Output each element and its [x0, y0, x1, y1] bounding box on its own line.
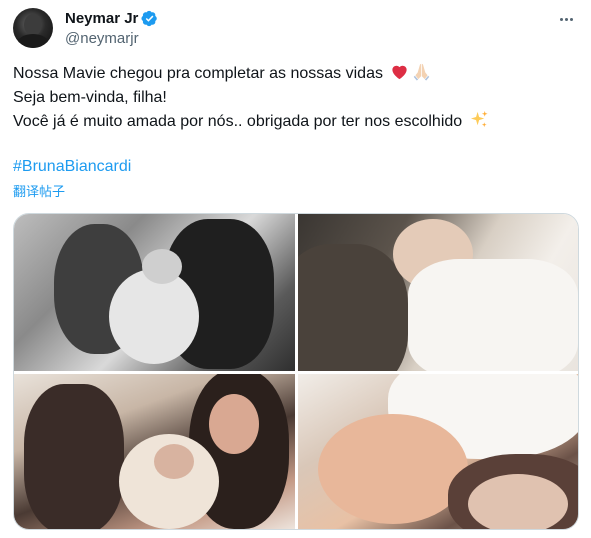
tweet-text: Nossa Mavie chegou pra completar as noss… [13, 62, 573, 179]
avatar-face [24, 14, 42, 36]
tweet-line-2: Seja bem-vinda, filha! [13, 89, 167, 106]
author-info: Neymar Jr @neymarjr [65, 9, 158, 48]
photo-figure [318, 414, 468, 524]
hashtag-link[interactable]: #BrunaBiancardi [13, 155, 573, 179]
more-options-icon[interactable] [555, 10, 577, 28]
tweet-line-3-text: Você já é muito amada por nós.. obrigada… [13, 113, 463, 130]
translate-post-link[interactable]: 翻译帖子 [13, 184, 65, 200]
photo-figure [209, 394, 259, 454]
photo-couple-kissing-newborn[interactable] [14, 214, 295, 371]
photo-newborn-with-hat[interactable] [298, 374, 578, 529]
tweet: Neymar Jr @neymarjr Nossa Mavie chegou p… [0, 0, 591, 538]
tweet-line-1-text: Nossa Mavie chegou pra completar as noss… [13, 65, 383, 82]
folded-hands-icon [414, 63, 430, 81]
avatar[interactable] [13, 8, 53, 48]
name-row: Neymar Jr [65, 9, 158, 28]
photo-figure [408, 259, 578, 371]
photo-figure [142, 249, 182, 284]
media-grid [13, 213, 579, 530]
display-name[interactable]: Neymar Jr [65, 9, 138, 28]
dot [569, 17, 573, 21]
photo-newborn-in-blanket[interactable] [298, 214, 578, 371]
dot [564, 17, 568, 21]
tweet-header: Neymar Jr @neymarjr [13, 8, 579, 48]
tweet-line-1: Nossa Mavie chegou pra completar as noss… [13, 62, 573, 86]
author-handle[interactable]: @neymarjr [65, 29, 158, 48]
photo-figure [109, 269, 199, 364]
photo-figure [298, 244, 408, 371]
dot [559, 17, 563, 21]
photo-figure [154, 444, 194, 479]
photo-figure [468, 474, 568, 529]
photo-family-portrait[interactable] [14, 374, 295, 529]
sparkles-icon [470, 110, 488, 128]
verified-badge-icon [141, 10, 158, 27]
photo-figure [24, 384, 124, 529]
red-heart-icon [392, 65, 408, 80]
tweet-line-3: Você já é muito amada por nós.. obrigada… [13, 110, 573, 134]
avatar-body [17, 34, 49, 48]
